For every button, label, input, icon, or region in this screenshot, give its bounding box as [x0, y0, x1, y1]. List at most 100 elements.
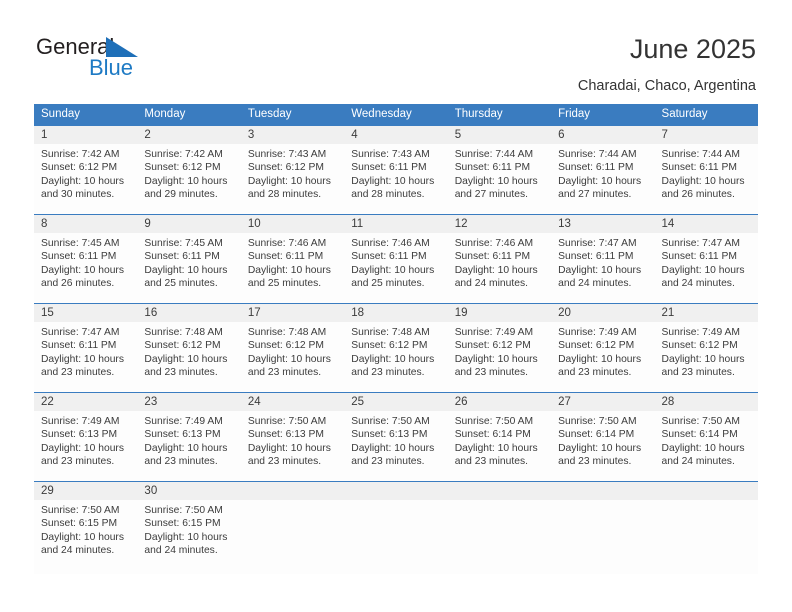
date-number[interactable]: 20: [551, 304, 654, 322]
day-cell[interactable]: Sunrise: 7:43 AM Sunset: 6:12 PM Dayligh…: [241, 144, 344, 214]
sunrise-text: Sunrise: 7:44 AM: [661, 149, 740, 160]
date-number[interactable]: 17: [241, 304, 344, 322]
date-number[interactable]: 6: [551, 126, 654, 144]
sunrise-text: Sunrise: 7:46 AM: [351, 238, 430, 249]
daylight-text: Daylight: 10 hours and 23 minutes.: [351, 442, 435, 467]
day-cell[interactable]: Sunrise: 7:48 AM Sunset: 6:12 PM Dayligh…: [344, 322, 447, 392]
sunset-text: Sunset: 6:11 PM: [558, 251, 634, 263]
general-blue-logo: General Blue: [36, 34, 176, 82]
date-number-band: 29 30: [34, 482, 758, 500]
day-cell[interactable]: Sunrise: 7:45 AM Sunset: 6:11 PM Dayligh…: [137, 233, 240, 303]
day-cell[interactable]: Sunrise: 7:44 AM Sunset: 6:11 PM Dayligh…: [448, 144, 551, 214]
date-number[interactable]: 2: [137, 126, 240, 144]
date-number[interactable]: 19: [448, 304, 551, 322]
sunset-text: Sunset: 6:11 PM: [661, 162, 737, 174]
sunset-text: Sunset: 6:11 PM: [558, 162, 634, 174]
day-cell[interactable]: Sunrise: 7:50 AM Sunset: 6:14 PM Dayligh…: [448, 411, 551, 481]
date-number[interactable]: 15: [34, 304, 137, 322]
day-cell[interactable]: Sunrise: 7:49 AM Sunset: 6:12 PM Dayligh…: [655, 322, 758, 392]
day-cell[interactable]: Sunrise: 7:46 AM Sunset: 6:11 PM Dayligh…: [241, 233, 344, 303]
date-number[interactable]: 18: [344, 304, 447, 322]
sunrise-text: Sunrise: 7:47 AM: [661, 238, 740, 249]
sunrise-text: Sunrise: 7:48 AM: [247, 327, 327, 338]
sunset-text: Sunset: 6:13 PM: [351, 429, 428, 441]
day-cell[interactable]: Sunrise: 7:44 AM Sunset: 6:11 PM Dayligh…: [655, 144, 758, 214]
weekday-header-row: Sunday Monday Tuesday Wednesday Thursday…: [34, 104, 758, 125]
day-cell[interactable]: Sunrise: 7:50 AM Sunset: 6:15 PM Dayligh…: [137, 500, 240, 574]
calendar-page: General Blue June 2025 Charadai, Chaco, …: [0, 0, 792, 612]
date-number[interactable]: 28: [655, 393, 758, 411]
date-number[interactable]: 22: [34, 393, 137, 411]
daylight-text: Daylight: 10 hours and 25 minutes.: [247, 264, 331, 289]
date-number[interactable]: 29: [34, 482, 137, 500]
date-number[interactable]: 9: [137, 215, 240, 233]
calendar-grid: Sunday Monday Tuesday Wednesday Thursday…: [34, 104, 758, 574]
date-number[interactable]: 25: [344, 393, 447, 411]
date-number[interactable]: 10: [241, 215, 344, 233]
day-cell[interactable]: Sunrise: 7:49 AM Sunset: 6:13 PM Dayligh…: [34, 411, 137, 481]
date-number-band: 1 2 3 4 5 6 7: [34, 126, 758, 144]
daylight-text: Daylight: 10 hours and 24 minutes.: [454, 264, 538, 289]
day-cell[interactable]: Sunrise: 7:49 AM Sunset: 6:13 PM Dayligh…: [137, 411, 240, 481]
date-number[interactable]: 5: [448, 126, 551, 144]
calendar-week-row: 1 2 3 4 5 6 7 Sunrise: 7:42 AM Sunset: 6…: [34, 125, 758, 214]
day-cell[interactable]: Sunrise: 7:50 AM Sunset: 6:13 PM Dayligh…: [344, 411, 447, 481]
date-number[interactable]: 27: [551, 393, 654, 411]
date-number[interactable]: 13: [551, 215, 654, 233]
day-cell[interactable]: Sunrise: 7:46 AM Sunset: 6:11 PM Dayligh…: [344, 233, 447, 303]
day-cell[interactable]: Sunrise: 7:49 AM Sunset: 6:12 PM Dayligh…: [448, 322, 551, 392]
date-number[interactable]: 23: [137, 393, 240, 411]
date-number[interactable]: 8: [34, 215, 137, 233]
sunset-text: Sunset: 6:11 PM: [41, 251, 117, 263]
day-cell[interactable]: Sunrise: 7:42 AM Sunset: 6:12 PM Dayligh…: [34, 144, 137, 214]
date-number[interactable]: 30: [137, 482, 240, 500]
sunset-text: Sunset: 6:14 PM: [454, 429, 531, 441]
date-number-band: 15 16 17 18 19 20 21: [34, 304, 758, 322]
sunrise-text: Sunrise: 7:49 AM: [144, 416, 223, 427]
calendar-week-row: 29 30 Sunrise: 7:50 AM Sunset: 6:15 PM D…: [34, 481, 758, 574]
day-detail-band: Sunrise: 7:42 AM Sunset: 6:12 PM Dayligh…: [34, 144, 758, 214]
date-number[interactable]: 11: [344, 215, 447, 233]
sunset-text: Sunset: 6:11 PM: [247, 251, 324, 263]
day-cell[interactable]: Sunrise: 7:47 AM Sunset: 6:11 PM Dayligh…: [551, 233, 654, 303]
weekday-header-friday: Friday: [558, 108, 591, 120]
daylight-text: Daylight: 10 hours and 29 minutes.: [144, 175, 228, 200]
day-cell[interactable]: Sunrise: 7:44 AM Sunset: 6:11 PM Dayligh…: [551, 144, 654, 214]
day-cell[interactable]: Sunrise: 7:47 AM Sunset: 6:11 PM Dayligh…: [655, 233, 758, 303]
day-cell[interactable]: Sunrise: 7:48 AM Sunset: 6:12 PM Dayligh…: [241, 322, 344, 392]
day-cell[interactable]: Sunrise: 7:48 AM Sunset: 6:12 PM Dayligh…: [137, 322, 240, 392]
date-number[interactable]: 3: [241, 126, 344, 144]
date-number-empty: [655, 482, 758, 500]
day-cell[interactable]: Sunrise: 7:50 AM Sunset: 6:15 PM Dayligh…: [34, 500, 137, 574]
day-cell[interactable]: Sunrise: 7:42 AM Sunset: 6:12 PM Dayligh…: [137, 144, 240, 214]
day-cell[interactable]: Sunrise: 7:50 AM Sunset: 6:14 PM Dayligh…: [551, 411, 654, 481]
daylight-text: Daylight: 10 hours and 23 minutes.: [454, 353, 538, 378]
sunrise-text: Sunrise: 7:47 AM: [558, 238, 637, 249]
date-number[interactable]: 14: [655, 215, 758, 233]
sunrise-text: Sunrise: 7:46 AM: [247, 238, 327, 249]
day-cell[interactable]: Sunrise: 7:47 AM Sunset: 6:11 PM Dayligh…: [34, 322, 137, 392]
sunset-text: Sunset: 6:11 PM: [454, 251, 531, 263]
date-number[interactable]: 24: [241, 393, 344, 411]
date-number-empty: [551, 482, 654, 500]
date-number[interactable]: 16: [137, 304, 240, 322]
daylight-text: Daylight: 10 hours and 23 minutes.: [247, 353, 331, 378]
sunset-text: Sunset: 6:15 PM: [41, 518, 118, 530]
daylight-text: Daylight: 10 hours and 23 minutes.: [454, 442, 538, 467]
day-cell-empty: [241, 500, 344, 574]
day-cell[interactable]: Sunrise: 7:50 AM Sunset: 6:13 PM Dayligh…: [241, 411, 344, 481]
logo-text-blue: Blue: [89, 55, 134, 80]
day-cell[interactable]: Sunrise: 7:43 AM Sunset: 6:11 PM Dayligh…: [344, 144, 447, 214]
day-cell[interactable]: Sunrise: 7:49 AM Sunset: 6:12 PM Dayligh…: [551, 322, 654, 392]
day-cell[interactable]: Sunrise: 7:50 AM Sunset: 6:14 PM Dayligh…: [655, 411, 758, 481]
day-cell[interactable]: Sunrise: 7:45 AM Sunset: 6:11 PM Dayligh…: [34, 233, 137, 303]
date-number[interactable]: 21: [655, 304, 758, 322]
date-number[interactable]: 1: [34, 126, 137, 144]
daylight-text: Daylight: 10 hours and 23 minutes.: [41, 353, 124, 378]
date-number[interactable]: 7: [655, 126, 758, 144]
date-number[interactable]: 26: [448, 393, 551, 411]
date-number[interactable]: 4: [344, 126, 447, 144]
day-cell[interactable]: Sunrise: 7:46 AM Sunset: 6:11 PM Dayligh…: [448, 233, 551, 303]
sunrise-text: Sunrise: 7:46 AM: [454, 238, 534, 249]
date-number[interactable]: 12: [448, 215, 551, 233]
